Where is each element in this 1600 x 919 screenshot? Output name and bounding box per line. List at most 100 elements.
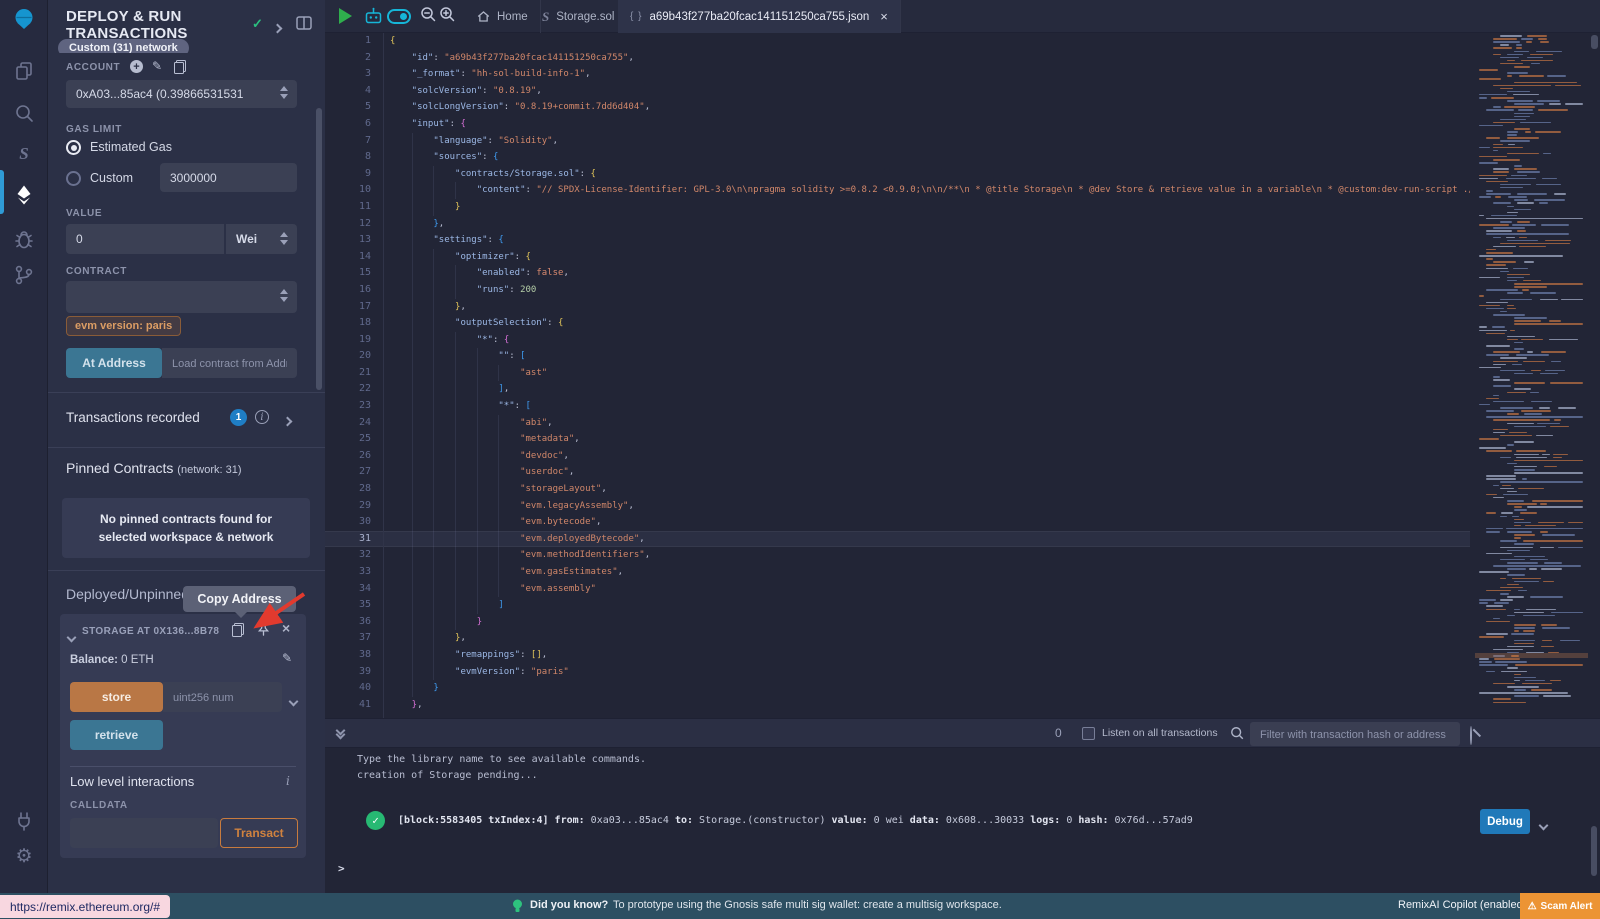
expand-log-icon[interactable] bbox=[1540, 814, 1547, 833]
expand-store-icon[interactable] bbox=[290, 692, 297, 710]
divider bbox=[48, 447, 325, 448]
zoom-in-icon[interactable] bbox=[439, 6, 456, 28]
tab-storage-sol[interactable]: S Storage.sol bbox=[530, 0, 627, 33]
url-preview-text: https://remix.ethereum.org/# bbox=[10, 900, 160, 914]
edit-balance-icon[interactable]: ✎ bbox=[282, 651, 292, 665]
account-stepper-icon[interactable] bbox=[280, 86, 288, 99]
solidity-compiler-icon[interactable]: S bbox=[13, 142, 35, 164]
lightbulb-icon bbox=[512, 899, 523, 914]
value-amount: 0 bbox=[76, 232, 83, 246]
value-input[interactable]: 0 bbox=[66, 224, 224, 254]
code-line: 21"ast" bbox=[325, 365, 1470, 382]
filter-input[interactable] bbox=[1250, 722, 1460, 746]
store-arg-input[interactable] bbox=[163, 682, 282, 712]
transactions-info-icon[interactable]: i bbox=[255, 410, 269, 424]
active-plugin-indicator bbox=[0, 170, 4, 214]
value-unit: Wei bbox=[236, 232, 257, 246]
copy-account-icon[interactable] bbox=[174, 60, 186, 79]
estimated-gas-radio[interactable] bbox=[66, 140, 81, 155]
tab-json-label: a69b43f277ba20fcac141151250ca755.json bbox=[649, 11, 869, 23]
store-button[interactable]: store bbox=[70, 682, 163, 712]
code-line: 7"language": "Solidity", bbox=[325, 133, 1470, 150]
debugger-icon[interactable] bbox=[13, 228, 35, 250]
transactions-expand-icon[interactable] bbox=[284, 412, 291, 430]
source-control-icon[interactable] bbox=[13, 264, 35, 286]
code-line: 23"*": [ bbox=[325, 398, 1470, 415]
gutter-separator bbox=[383, 33, 384, 718]
terminal-search-icon[interactable] bbox=[1230, 726, 1245, 746]
account-select[interactable]: 0xA03...85ac4 (0.39866531531 bbox=[66, 80, 297, 108]
code-line: 24"abi", bbox=[325, 415, 1470, 432]
contract-label: CONTRACT bbox=[66, 266, 127, 277]
settings-gear-icon[interactable]: ⚙ bbox=[13, 846, 35, 868]
pin-panel-icon[interactable] bbox=[296, 16, 312, 35]
edit-account-icon[interactable]: ✎ bbox=[152, 59, 162, 73]
code-line: 18"outputSelection": { bbox=[325, 315, 1470, 332]
ai-copilot-robot-icon[interactable] bbox=[363, 6, 384, 32]
copilot-toggle-icon[interactable] bbox=[387, 9, 411, 24]
debug-button[interactable]: Debug bbox=[1480, 809, 1530, 834]
custom-gas-value: 3000000 bbox=[170, 171, 217, 185]
editor-scrollbar[interactable] bbox=[1591, 35, 1598, 49]
tab-json-active[interactable]: { } a69b43f277ba20fcac141151250ca755.jso… bbox=[618, 0, 901, 33]
code-line: 1{ bbox=[325, 33, 1470, 50]
code-line: 4"solcVersion": "0.8.19", bbox=[325, 83, 1470, 100]
listen-all-label: Listen on all transactions bbox=[1102, 727, 1218, 739]
retrieve-button[interactable]: retrieve bbox=[70, 720, 163, 750]
balance-label: Balance: bbox=[70, 654, 118, 666]
tab-home-label: Home bbox=[497, 11, 528, 23]
scam-alert-label: Scam Alert bbox=[1541, 901, 1593, 912]
custom-gas-input[interactable]: 3000000 bbox=[160, 163, 297, 192]
at-address-button[interactable]: At Address bbox=[66, 348, 162, 378]
listen-all-checkbox[interactable] bbox=[1082, 727, 1095, 740]
close-tab-icon[interactable]: × bbox=[880, 9, 888, 24]
code-line: 35] bbox=[325, 597, 1470, 614]
code-editor[interactable]: 1{2"id": "a69b43f277ba20fcac141151250ca7… bbox=[325, 33, 1470, 718]
plugin-manager-icon[interactable] bbox=[13, 810, 35, 832]
deploy-and-run-icon[interactable] bbox=[13, 184, 35, 206]
add-account-icon[interactable]: + bbox=[130, 60, 143, 73]
code-line: 31"evm.deployedBytecode", bbox=[325, 531, 1470, 548]
transact-button[interactable]: Transact bbox=[220, 818, 298, 848]
file-explorer-icon[interactable] bbox=[13, 60, 35, 82]
panel-scrollbar[interactable] bbox=[316, 108, 322, 390]
contract-stepper-icon[interactable] bbox=[280, 289, 288, 302]
copilot-status[interactable]: RemixAI Copilot (enabled) bbox=[1398, 899, 1526, 911]
search-icon[interactable] bbox=[13, 102, 35, 124]
clear-console-icon[interactable] bbox=[1470, 726, 1472, 745]
terminal[interactable]: Type the library name to see available c… bbox=[325, 748, 1600, 893]
code-line: 37}, bbox=[325, 630, 1470, 647]
code-line: 38"remappings": [], bbox=[325, 647, 1470, 664]
scam-alert-button[interactable]: ⚠ Scam Alert bbox=[1520, 893, 1600, 919]
contract-select[interactable] bbox=[66, 281, 297, 313]
terminal-scrollbar[interactable] bbox=[1591, 826, 1597, 876]
transaction-log[interactable]: [block:5583405 txIndex:4] from: 0xa03...… bbox=[398, 815, 1193, 826]
zoom-out-icon[interactable] bbox=[420, 6, 437, 28]
code-line: 19"*": { bbox=[325, 332, 1470, 349]
custom-gas-radio[interactable] bbox=[66, 171, 81, 186]
no-pinned-line2: selected workspace & network bbox=[62, 528, 310, 546]
chevron-right-icon[interactable] bbox=[274, 19, 281, 37]
value-unit-stepper-icon[interactable] bbox=[280, 232, 288, 245]
at-address-input[interactable] bbox=[162, 348, 297, 378]
run-script-icon[interactable] bbox=[339, 8, 352, 24]
pinned-contracts-title: Pinned Contracts (network: 31) bbox=[66, 460, 242, 476]
low-level-info-icon[interactable]: i bbox=[286, 774, 290, 788]
minimap[interactable] bbox=[1475, 33, 1588, 707]
pinned-title-text: Pinned Contracts bbox=[66, 460, 173, 476]
solidity-icon: S bbox=[542, 9, 549, 25]
transactions-recorded-label: Transactions recorded bbox=[66, 410, 200, 425]
value-label: VALUE bbox=[66, 208, 102, 219]
expand-terminal-icon[interactable] bbox=[337, 727, 344, 738]
code-line: 20"": [ bbox=[325, 348, 1470, 365]
remix-logo-icon[interactable] bbox=[13, 8, 35, 30]
collapse-contract-icon[interactable] bbox=[68, 628, 75, 646]
calldata-input[interactable] bbox=[70, 818, 218, 848]
code-line: 28"storageLayout", bbox=[325, 481, 1470, 498]
network-badge-wrap: Custom (31) network bbox=[58, 38, 189, 53]
did-you-know-label: Did you know? bbox=[530, 899, 608, 911]
code-line: 40} bbox=[325, 680, 1470, 697]
panel-title: DEPLOY & RUN TRANSACTIONS bbox=[66, 8, 246, 42]
code-line: 9"contracts/Storage.sol": { bbox=[325, 166, 1470, 183]
tx-success-icon[interactable]: ✓ bbox=[366, 811, 385, 830]
